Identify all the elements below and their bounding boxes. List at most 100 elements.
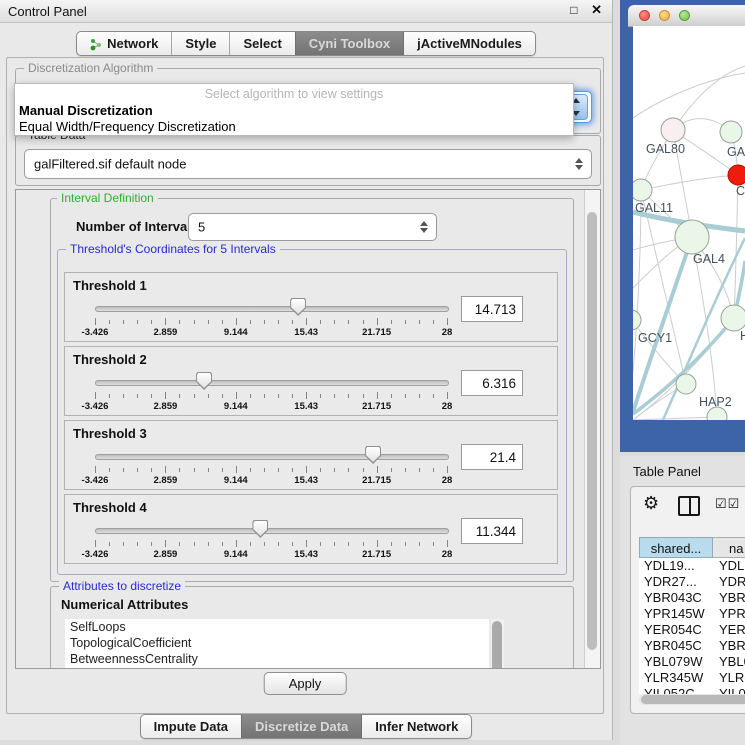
column-header-na[interactable]: na	[713, 537, 745, 558]
tick-mark	[419, 320, 420, 324]
table-row[interactable]: YDL19...YDL1	[639, 558, 745, 574]
threshold-value-field[interactable]: 14.713	[461, 296, 523, 322]
tick-mark	[194, 468, 195, 472]
threshold-label: Threshold 3	[73, 426, 147, 441]
network-node-gal11[interactable]	[633, 179, 652, 201]
tick-mark	[320, 320, 321, 324]
threshold-value-field[interactable]: 6.316	[461, 370, 523, 396]
tick-mark	[264, 394, 265, 398]
network-node-h[interactable]	[721, 305, 745, 331]
tab-label: jActiveMNodules	[417, 36, 522, 51]
network-node-hap2[interactable]	[676, 374, 696, 394]
group-title-interval: Interval Definition	[57, 191, 158, 205]
slider-track[interactable]	[95, 306, 449, 312]
close-traffic-light[interactable]	[639, 10, 650, 21]
combobox-stepper-icon	[574, 157, 584, 171]
tick-mark	[208, 542, 209, 546]
list-scrollbar-thumb[interactable]	[492, 621, 502, 668]
table-cell: YDL19...	[639, 558, 713, 574]
tick-mark	[348, 320, 349, 324]
tab-impute-data[interactable]: Impute Data	[141, 715, 241, 738]
attribute-item-betweennesscentrality[interactable]: BetweennessCentrality	[65, 651, 489, 667]
tick-label: 21.715	[362, 327, 391, 338]
dropdown-item-equal-width-frequency-discretization[interactable]: Equal Width/Frequency Discretization	[15, 119, 573, 135]
slider-track[interactable]	[95, 380, 449, 386]
network-node-ga[interactable]	[720, 121, 742, 143]
zoom-traffic-light[interactable]	[679, 10, 690, 21]
network-node-c[interactable]	[728, 165, 745, 185]
close-icon[interactable]: ✕	[591, 2, 602, 17]
numerical-attributes-list: SelfLoopsTopologicalCoefficientBetweenne…	[65, 619, 489, 668]
threshold-slider[interactable]: -3.4262.8599.14415.4321.71528	[95, 445, 447, 487]
table-hscrollbar[interactable]	[639, 694, 745, 705]
column-header-shared[interactable]: shared...	[639, 537, 713, 558]
tab-select[interactable]: Select	[229, 32, 294, 55]
tick-mark	[405, 320, 406, 324]
slider-thumb[interactable]	[196, 372, 212, 390]
threshold-value-field[interactable]: 21.4	[461, 444, 523, 470]
table-row[interactable]: YBR045CYBR0	[639, 638, 745, 654]
table-cell: YBR0	[713, 590, 745, 606]
dropdown-item-manual-discretization[interactable]: Manual Discretization	[15, 103, 573, 119]
table-hscrollbar-thumb[interactable]	[641, 695, 745, 704]
network-node-gal4[interactable]	[675, 220, 709, 254]
slider-thumb[interactable]	[290, 298, 306, 316]
table-data-group: Table Data galFiltered.sif default node	[15, 135, 601, 186]
tick-mark	[433, 320, 434, 324]
table-row[interactable]: YDR27...YDR2	[639, 574, 745, 590]
minimize-traffic-light[interactable]	[659, 10, 670, 21]
tab-cyni-toolbox[interactable]: Cyni Toolbox	[295, 32, 403, 55]
slider-ticks	[95, 318, 447, 326]
combobox-stepper-icon	[419, 220, 429, 234]
tab-discretize-data[interactable]: Discretize Data	[241, 715, 361, 738]
table-panel: Table Panel ⚙ ☑☑ shared...naYDL19...YDL1…	[620, 456, 745, 745]
table-row[interactable]: YPR145WYPR1	[639, 606, 745, 622]
tick-mark	[179, 468, 180, 472]
tab-style[interactable]: Style	[171, 32, 229, 55]
tick-label: 21.715	[362, 475, 391, 486]
table-row[interactable]: YLR345WYLR3	[639, 670, 745, 686]
threshold-slider[interactable]: -3.4262.8599.14415.4321.71528	[95, 297, 447, 339]
threshold-value-field[interactable]: 11.344	[461, 518, 523, 544]
table-data-combobox[interactable]: galFiltered.sif default node	[24, 149, 592, 179]
slider-thumb[interactable]	[252, 520, 268, 538]
network-canvas[interactable]: GAL80GACGAL11GAL4GCY1HHAP2	[633, 26, 745, 420]
gear-icon[interactable]: ⚙	[643, 493, 659, 514]
interval-definition-group: Interval Definition Number of Intervals …	[50, 198, 574, 582]
table-row[interactable]: YBL079WYBL0	[639, 654, 745, 670]
tick-mark	[377, 392, 378, 399]
tick-mark	[405, 468, 406, 472]
threshold-label: Threshold 4	[73, 500, 147, 515]
slider-track[interactable]	[95, 454, 449, 460]
float-icon[interactable]: □	[570, 3, 577, 17]
table-row[interactable]: YBR043CYBR0	[639, 590, 745, 606]
tick-label: 15.43	[294, 549, 318, 560]
panel-scrollbar-thumb[interactable]	[587, 212, 597, 650]
panel-scrollbar[interactable]	[584, 190, 600, 668]
network-node-gal80[interactable]	[661, 118, 685, 142]
columns-icon[interactable]	[678, 496, 700, 516]
table-row[interactable]: YER054CYER0	[639, 622, 745, 638]
tick-label: 9.144	[224, 327, 248, 338]
threshold-slider[interactable]: -3.4262.8599.14415.4321.71528	[95, 519, 447, 561]
apply-button[interactable]: Apply	[264, 672, 347, 695]
control-panel: Control Panel □ ✕ NetworkStyleSelectCyni…	[0, 0, 613, 740]
slider-track[interactable]	[95, 528, 449, 534]
tick-mark	[419, 468, 420, 472]
table-row[interactable]: YIL052CYIL0	[639, 686, 745, 694]
attribute-item-topologicalcoefficient[interactable]: TopologicalCoefficient	[65, 635, 489, 651]
slider-tick-labels: -3.4262.8599.14415.4321.71528	[95, 475, 447, 486]
tab-network[interactable]: Network	[77, 32, 171, 55]
slider-thumb[interactable]	[365, 446, 381, 464]
tick-mark	[179, 320, 180, 324]
list-scrollbar[interactable]	[491, 619, 504, 668]
num-intervals-combobox[interactable]: 5	[188, 213, 437, 241]
threshold-slider[interactable]: -3.4262.8599.14415.4321.71528	[95, 371, 447, 413]
tick-mark	[377, 318, 378, 325]
control-panel-titlebar: Control Panel □ ✕	[0, 0, 612, 23]
tab-infer-network[interactable]: Infer Network	[361, 715, 471, 738]
attribute-item-selfloops[interactable]: SelfLoops	[65, 619, 489, 635]
select-columns-icon[interactable]: ☑☑	[715, 496, 740, 512]
network-node-gcy1[interactable]	[633, 310, 641, 330]
tab-jactivemnodules[interactable]: jActiveMNodules	[403, 32, 535, 55]
